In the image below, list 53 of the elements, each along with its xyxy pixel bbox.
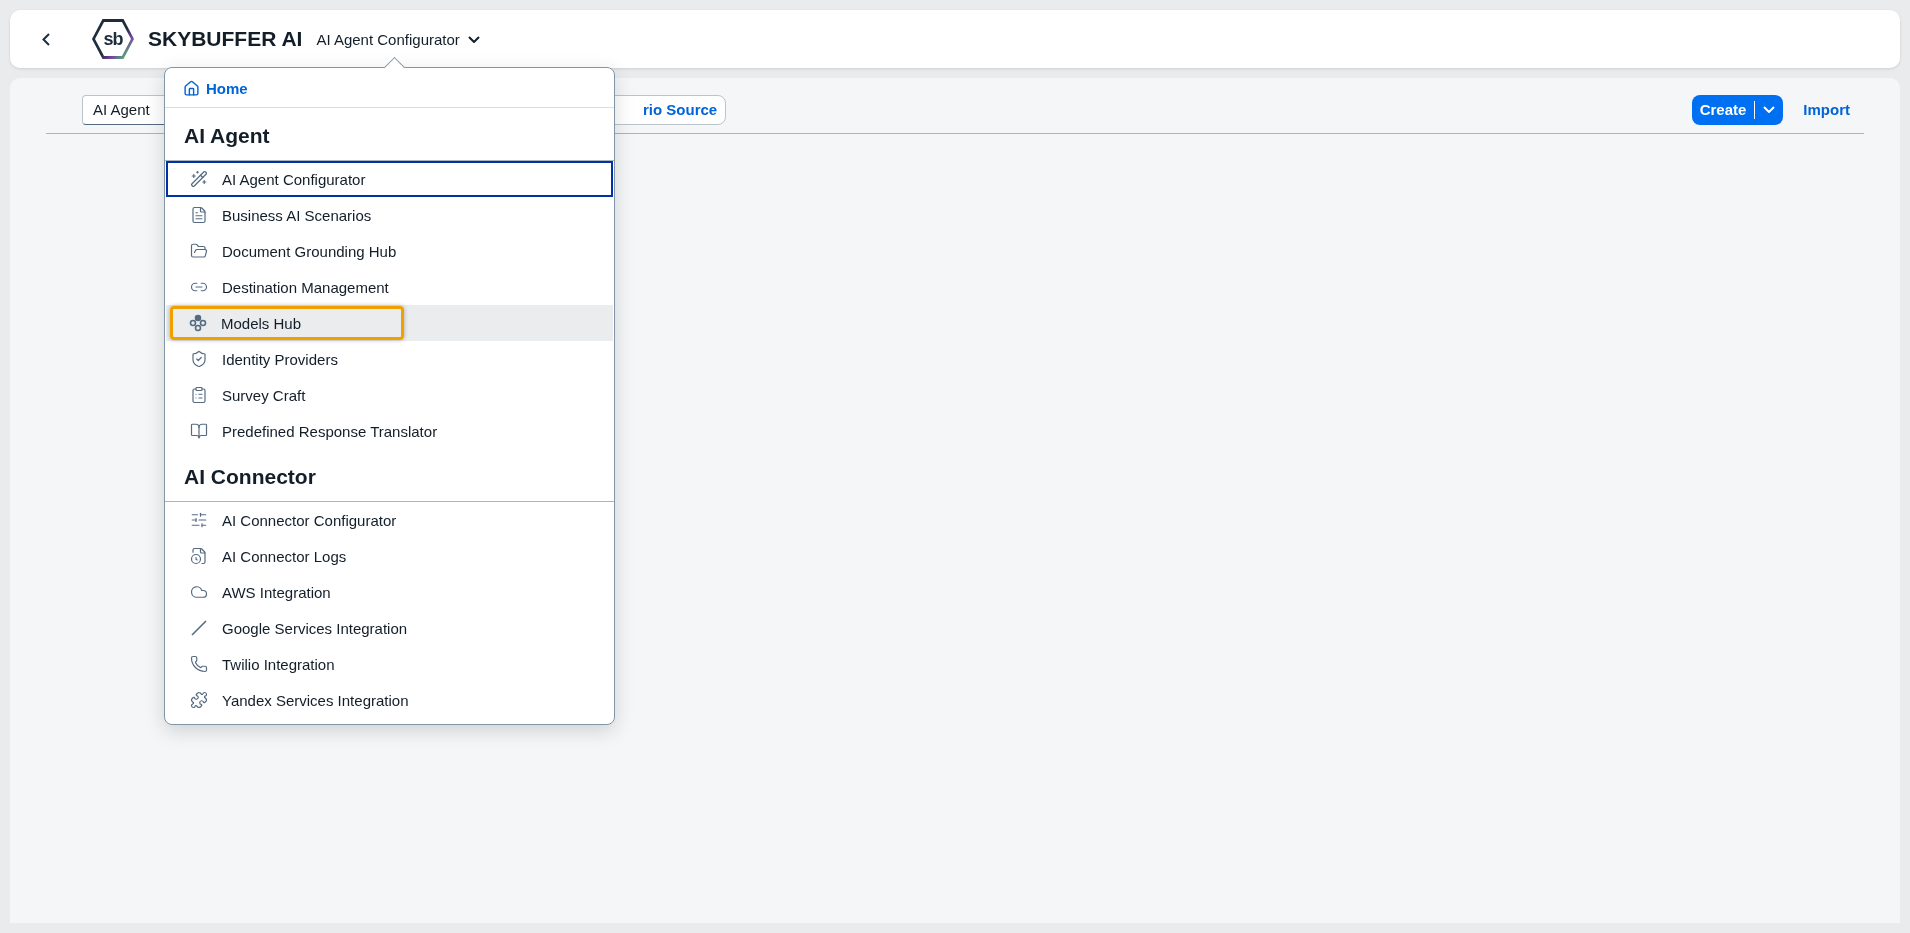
menu-item-label: AI Connector Logs (222, 547, 347, 565)
menu-item[interactable]: Destination Management (166, 269, 613, 305)
chevron-left-icon (42, 32, 50, 46)
caret-icon (467, 35, 480, 43)
menu-item-label: Document Grounding Hub (222, 242, 397, 260)
cloud-icon (190, 583, 208, 601)
caret-icon (1763, 106, 1776, 113)
menu-item[interactable]: Identity Providers (166, 341, 613, 377)
menu-item-label: AI Agent Configurator (222, 170, 366, 188)
menu-item[interactable]: Document Grounding Hub (166, 233, 613, 269)
diagonal-line-icon (190, 619, 208, 637)
menu-item[interactable]: Survey Craft (166, 377, 613, 413)
home-icon (183, 80, 200, 97)
menu-item-label: AI Connector Configurator (222, 511, 397, 529)
sliders-icon (190, 511, 208, 529)
circles-icon (189, 314, 207, 332)
section-heading: AI Connector (165, 449, 614, 502)
menu-item[interactable]: Business AI Scenarios (166, 197, 613, 233)
logo: sb (92, 19, 134, 59)
menu-item-label: AWS Integration (222, 583, 331, 601)
menu-item-label: Business AI Scenarios (222, 206, 372, 224)
menu-item-label: Models Hub (221, 314, 302, 332)
menu-item[interactable]: Google Services Integration (166, 610, 613, 646)
brand-name: SKYBUFFER AI (148, 27, 303, 51)
puzzle-icon (190, 691, 208, 709)
menu-item[interactable]: Yandex Services Integration (166, 682, 613, 718)
menu-item-label: Identity Providers (222, 350, 338, 368)
book-icon (190, 422, 208, 440)
menu-item[interactable]: Predefined Response Translator (166, 413, 613, 449)
create-button[interactable]: Create (1691, 94, 1784, 125)
menu-item[interactable]: Twilio Integration (166, 646, 613, 682)
section-heading: AI Agent (165, 108, 614, 161)
document-icon (190, 206, 208, 224)
file-clock-icon (190, 547, 208, 565)
phone-icon (190, 655, 208, 673)
menu-item[interactable]: AI Agent Configurator (166, 161, 613, 197)
menu-item-label: Predefined Response Translator (222, 422, 438, 440)
home-link[interactable]: Home (165, 68, 614, 108)
menu-item-label: Twilio Integration (222, 655, 335, 673)
folder-icon (190, 242, 208, 260)
shield-check-icon (190, 350, 208, 368)
menu-item-label: Yandex Services Integration (222, 691, 409, 709)
menu-item-label: Destination Management (222, 278, 389, 296)
menu-item-label: Google Services Integration (222, 619, 408, 637)
magic-wand-icon (190, 170, 208, 188)
clipboard-list-icon (190, 386, 208, 404)
menu-item[interactable]: AI Connector Configurator (166, 502, 613, 538)
import-link[interactable]: Import (1803, 101, 1850, 118)
menu-item[interactable]: Models Hub (166, 305, 613, 341)
menu-item[interactable]: AI Connector Logs (166, 538, 613, 574)
menu-item-label: Survey Craft (222, 386, 306, 404)
menu-item[interactable]: AWS Integration (166, 574, 613, 610)
app-switcher-button[interactable]: AI Agent Configurator (316, 30, 480, 48)
